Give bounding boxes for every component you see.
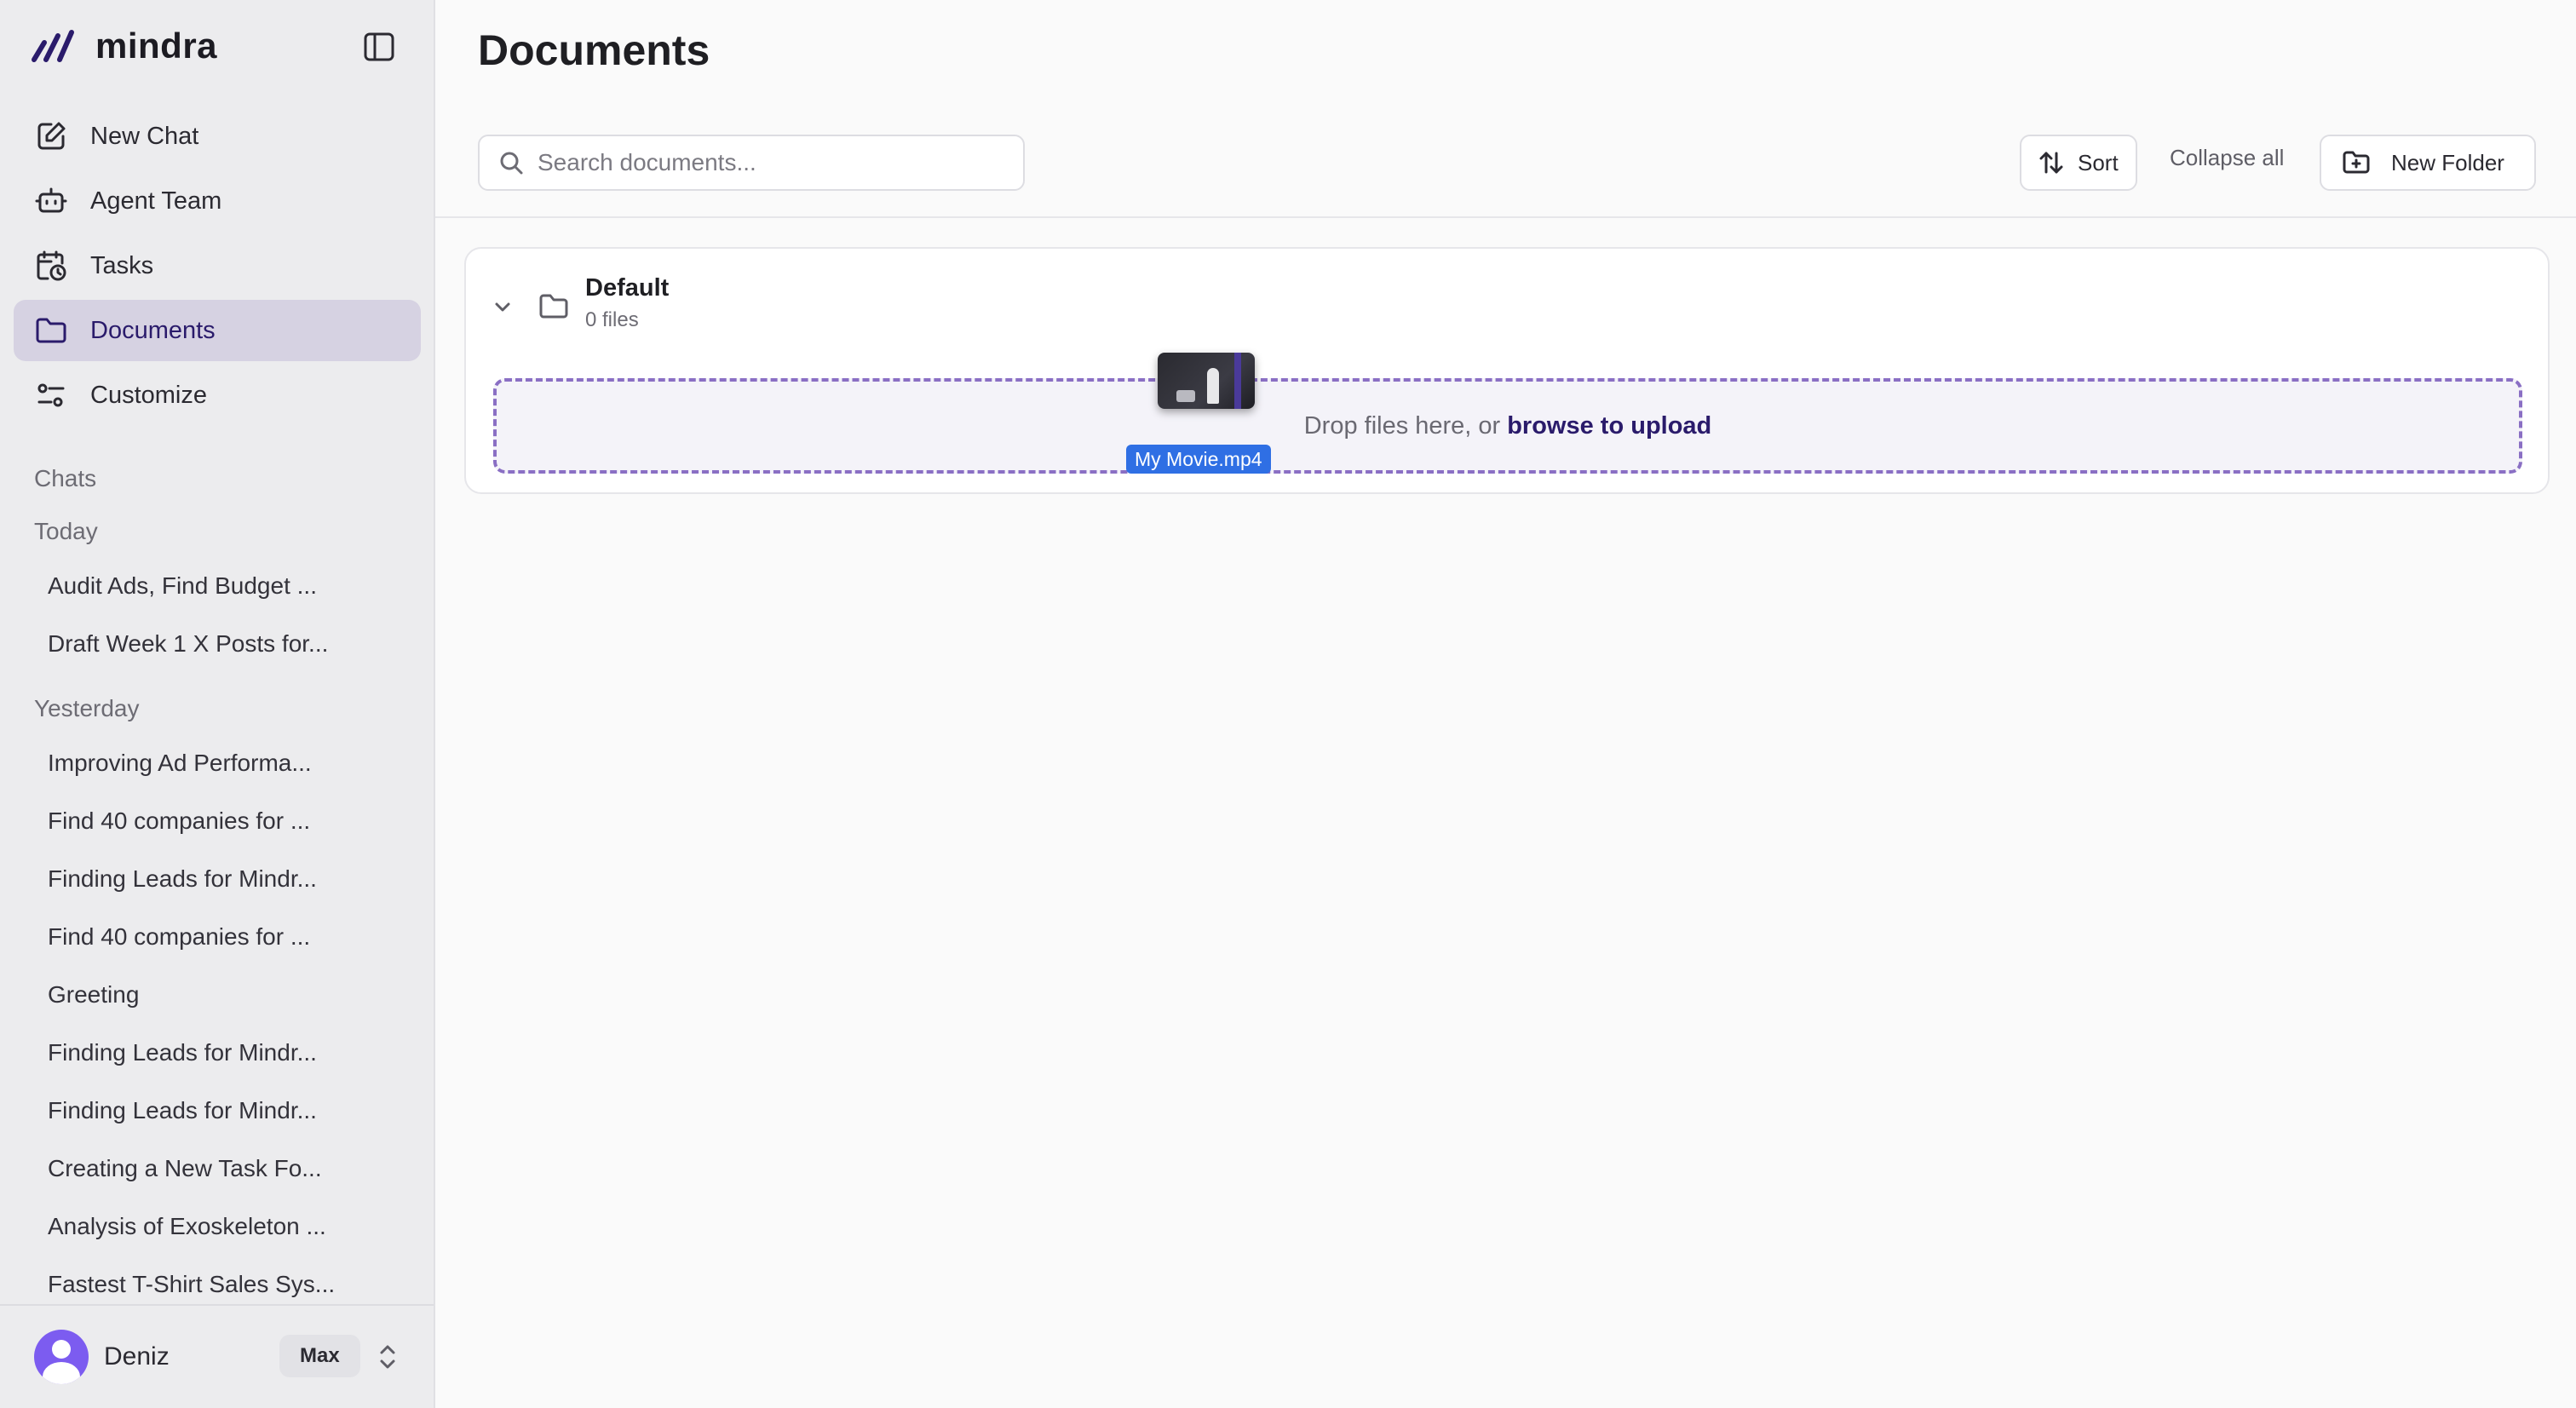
file-dropzone[interactable]: Drop files here, or browse to upload — [493, 378, 2522, 474]
avatar-head — [52, 1340, 71, 1359]
thumbnail-object — [1176, 390, 1195, 402]
avatar[interactable] — [34, 1330, 89, 1384]
folder-icon — [539, 294, 568, 319]
toolbar-divider — [435, 216, 2576, 218]
chat-item[interactable]: Finding Leads for Mindr... — [48, 1024, 388, 1082]
chat-item[interactable]: Find 40 companies for ... — [48, 908, 388, 966]
today-chat-list: Audit Ads, Find Budget ... Draft Week 1 … — [48, 557, 388, 673]
browse-upload-link[interactable]: browse to upload — [1507, 412, 1711, 440]
thumbnail-figure — [1207, 368, 1219, 404]
chat-item[interactable]: Find 40 companies for ... — [48, 792, 388, 850]
nav-label: Agent Team — [90, 187, 222, 215]
calendar-clock-icon — [37, 250, 66, 281]
chevron-down-icon[interactable] — [490, 295, 515, 320]
avatar-body — [43, 1362, 80, 1384]
sort-label: Sort — [2078, 149, 2119, 175]
nav-label: Customize — [90, 381, 207, 409]
chat-item[interactable]: Analysis of Exoskeleton ... — [48, 1198, 388, 1256]
collapse-all-button[interactable]: Collapse all — [2170, 145, 2284, 171]
nav-label: New Chat — [90, 122, 199, 150]
search-input[interactable] — [538, 149, 1015, 176]
dropzone-text: Drop files here, or — [1303, 411, 1501, 440]
nav-item-tasks[interactable]: Tasks — [14, 235, 421, 296]
brand-name: mindra — [95, 26, 218, 66]
nav-item-new-chat[interactable]: New Chat — [14, 106, 421, 167]
mindra-logo-icon — [32, 30, 74, 62]
nav-item-agent-team[interactable]: Agent Team — [14, 170, 421, 232]
user-name: Deniz — [104, 1342, 170, 1371]
sliders-icon — [37, 383, 65, 407]
today-label: Today — [34, 518, 98, 544]
new-folder-label: New Folder — [2391, 149, 2504, 175]
folder-card-default: Default 0 files Drop files here, or brow… — [464, 247, 2550, 494]
nav-label: Documents — [90, 316, 216, 344]
account-footer[interactable]: Deniz Max — [0, 1304, 434, 1408]
chat-item[interactable]: Creating a New Task Fo... — [48, 1140, 388, 1198]
thumbnail-stripe — [1234, 353, 1241, 409]
search-box[interactable] — [478, 135, 1025, 191]
sidebar-toggle-icon[interactable] — [363, 31, 395, 63]
nav-item-customize[interactable]: Customize — [14, 365, 421, 426]
chevron-up-down-icon[interactable] — [375, 1342, 400, 1372]
folder-name[interactable]: Default — [585, 274, 669, 302]
folder-plus-icon — [2343, 151, 2370, 174]
main-nav: New Chat Agent Team Tasks Documents Cust… — [14, 106, 421, 429]
yesterday-chat-list: Improving Ad Performa... Find 40 compani… — [48, 734, 388, 1313]
folder-icon — [36, 318, 66, 343]
folder-file-count: 0 files — [585, 308, 639, 331]
sort-button[interactable]: Sort — [2020, 135, 2137, 191]
dragged-file-name: My Movie.mp4 — [1126, 445, 1271, 474]
sort-arrows-icon — [2039, 152, 2063, 174]
dragged-file-thumbnail — [1158, 353, 1255, 409]
chat-item[interactable]: Audit Ads, Find Budget ... — [48, 557, 388, 615]
edit-icon — [37, 122, 66, 150]
page-title: Documents — [478, 26, 710, 74]
chat-item[interactable]: Greeting — [48, 966, 388, 1024]
search-icon — [500, 152, 523, 175]
main-content: Documents Sort Collapse all New Folder D… — [435, 0, 2576, 1408]
new-folder-button[interactable]: New Folder — [2320, 135, 2536, 191]
chat-item[interactable]: Draft Week 1 X Posts for... — [48, 615, 388, 673]
chats-heading: Chats — [34, 465, 97, 491]
robot-icon — [35, 187, 67, 213]
sidebar: mindra New Chat Agent Team Tasks Documen… — [0, 0, 435, 1408]
plan-badge: Max — [279, 1335, 360, 1377]
nav-item-documents[interactable]: Documents — [14, 300, 421, 361]
chat-item[interactable]: Improving Ad Performa... — [48, 734, 388, 792]
nav-label: Tasks — [90, 251, 154, 279]
brand[interactable]: mindra — [29, 26, 217, 66]
chat-item[interactable]: Finding Leads for Mindr... — [48, 1082, 388, 1140]
yesterday-label: Yesterday — [34, 695, 140, 721]
chat-item[interactable]: Finding Leads for Mindr... — [48, 850, 388, 908]
